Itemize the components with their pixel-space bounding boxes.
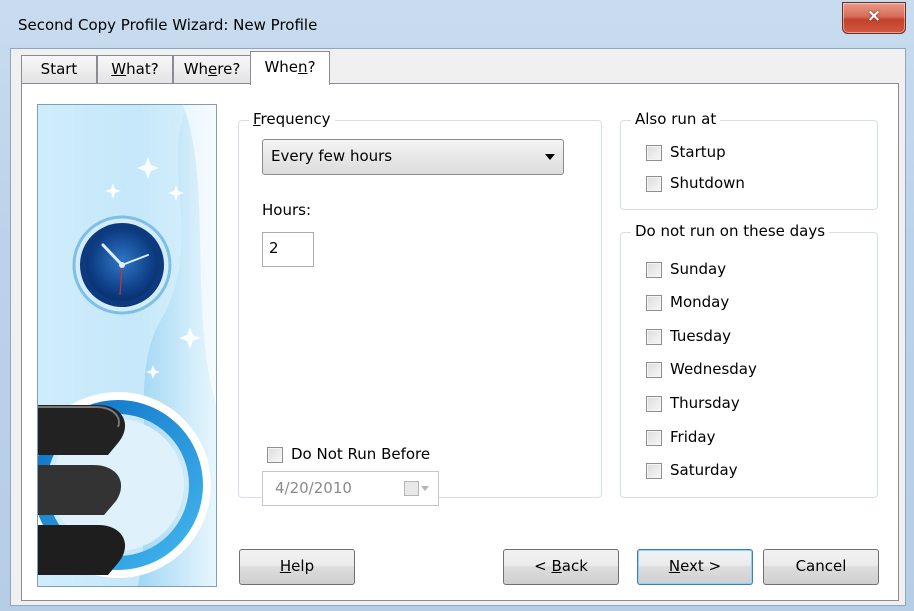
tab-start[interactable]: Start [21,55,97,83]
checkbox-box[interactable] [646,362,662,378]
frequency-legend: Frequency [249,110,335,128]
chevron-down-icon [421,486,429,491]
checkbox-box[interactable] [646,396,662,412]
title-bar[interactable]: Second Copy Profile Wizard: New Profile … [0,0,914,50]
date-value: 4/20/2010 [275,479,352,497]
next-button[interactable]: Next > [637,549,753,585]
checkbox-box[interactable] [646,262,662,278]
clock-logo-illustration [38,105,216,586]
wizard-banner-image [37,104,217,587]
checkbox-box[interactable] [646,463,662,479]
help-button[interactable]: Help [239,549,355,585]
do-not-run-before-date-picker[interactable]: 4/20/2010 [262,471,439,506]
window-title: Second Copy Profile Wizard: New Profile [18,16,318,34]
close-icon: × [866,6,882,26]
tab-when[interactable]: When? [250,51,330,85]
frequency-selected-value: Every few hours [271,147,393,165]
tab-panel-when: Frequency Every few hours Hours: 2 Do No… [21,83,899,601]
cancel-button[interactable]: Cancel [763,549,879,585]
frequency-group: Frequency [238,110,602,498]
tab-what[interactable]: What? [97,55,173,83]
tab-where[interactable]: Where? [173,55,251,83]
also-run-at-group: Also run at [620,110,878,210]
wizard-window: Second Copy Profile Wizard: New Profile … [0,0,914,611]
chevron-down-icon [545,154,555,160]
do-not-run-before-label: Do Not Run Before [291,445,431,463]
checkbox-box[interactable] [646,176,662,192]
client-area: Start What? Where? When? Frequency Every… [10,48,906,606]
close-button[interactable]: × [842,2,906,34]
calendar-icon [404,481,419,496]
hours-label: Hours: [262,201,311,219]
frequency-select[interactable]: Every few hours [262,139,564,175]
do-not-run-days-legend: Do not run on these days [631,222,830,240]
checkbox-box[interactable] [646,430,662,446]
checkbox-box[interactable] [646,145,662,161]
also-run-at-legend: Also run at [631,110,721,128]
back-button[interactable]: < Back [503,549,619,585]
checkbox-box[interactable] [646,329,662,345]
checkbox-box[interactable] [267,447,283,463]
hours-value: 2 [269,239,279,257]
checkbox-box[interactable] [646,295,662,311]
hours-input[interactable]: 2 [262,232,314,267]
